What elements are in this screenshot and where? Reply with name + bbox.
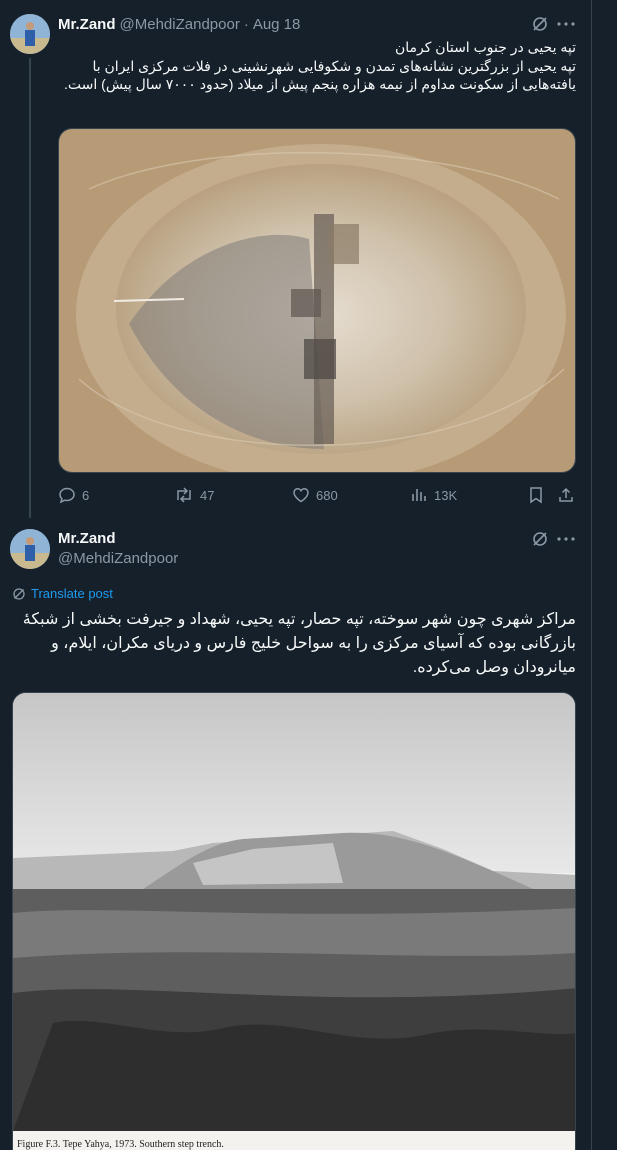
like-icon	[293, 488, 309, 503]
author-name[interactable]: Mr.Zand	[58, 16, 116, 33]
author-name[interactable]: Mr.Zand	[58, 530, 116, 547]
view-count: 13K	[434, 487, 458, 503]
post-text-line-2: تپه یحیی از بزرگترین نشانه‌های تمدن و شک…	[64, 57, 576, 93]
author-handle[interactable]: @MehdiZandpoor	[58, 550, 178, 567]
reply-icon	[59, 487, 75, 504]
like-button[interactable]: 680	[292, 484, 338, 506]
share-icon[interactable]	[556, 485, 576, 505]
post-date[interactable]: Aug 18	[253, 16, 301, 33]
more-icon[interactable]	[556, 529, 576, 549]
bookmark-icon[interactable]	[526, 485, 546, 505]
post-text: مراکز شهری چون شهر سوخته، تپه حصار، تپه …	[22, 611, 576, 676]
timeline-border	[591, 0, 592, 1150]
repost-icon	[177, 487, 191, 503]
like-count: 680	[316, 487, 338, 503]
translate-icon	[13, 587, 25, 600]
avatar[interactable]	[10, 529, 50, 569]
post-image-aerial[interactable]	[58, 128, 576, 473]
more-icon[interactable]	[556, 14, 576, 34]
views-icon	[412, 489, 426, 501]
avatar[interactable]	[10, 14, 50, 54]
post-text-line-1: تپه یحیی در جنوب استان کرمان	[394, 39, 576, 55]
figure-caption: Figure F.3. Tepe Yahya, 1973. Southern s…	[17, 1139, 224, 1150]
reply-count: 6	[82, 487, 90, 503]
views-button[interactable]: 13K	[410, 484, 457, 506]
reply-button[interactable]: 6	[58, 484, 89, 506]
translate-label: Translate post	[31, 586, 113, 601]
repost-button[interactable]: 47	[174, 484, 214, 506]
author-handle[interactable]: @MehdiZandpoor	[120, 16, 240, 33]
thread-line	[29, 58, 31, 518]
repost-count: 47	[200, 487, 215, 503]
separator: ·	[243, 15, 249, 33]
grok-icon[interactable]	[530, 529, 550, 549]
grok-icon[interactable]	[530, 14, 550, 34]
translate-post-link[interactable]: Translate post	[12, 586, 113, 601]
post-image-bw[interactable]: Figure F.3. Tepe Yahya, 1973. Southern s…	[12, 692, 576, 1150]
